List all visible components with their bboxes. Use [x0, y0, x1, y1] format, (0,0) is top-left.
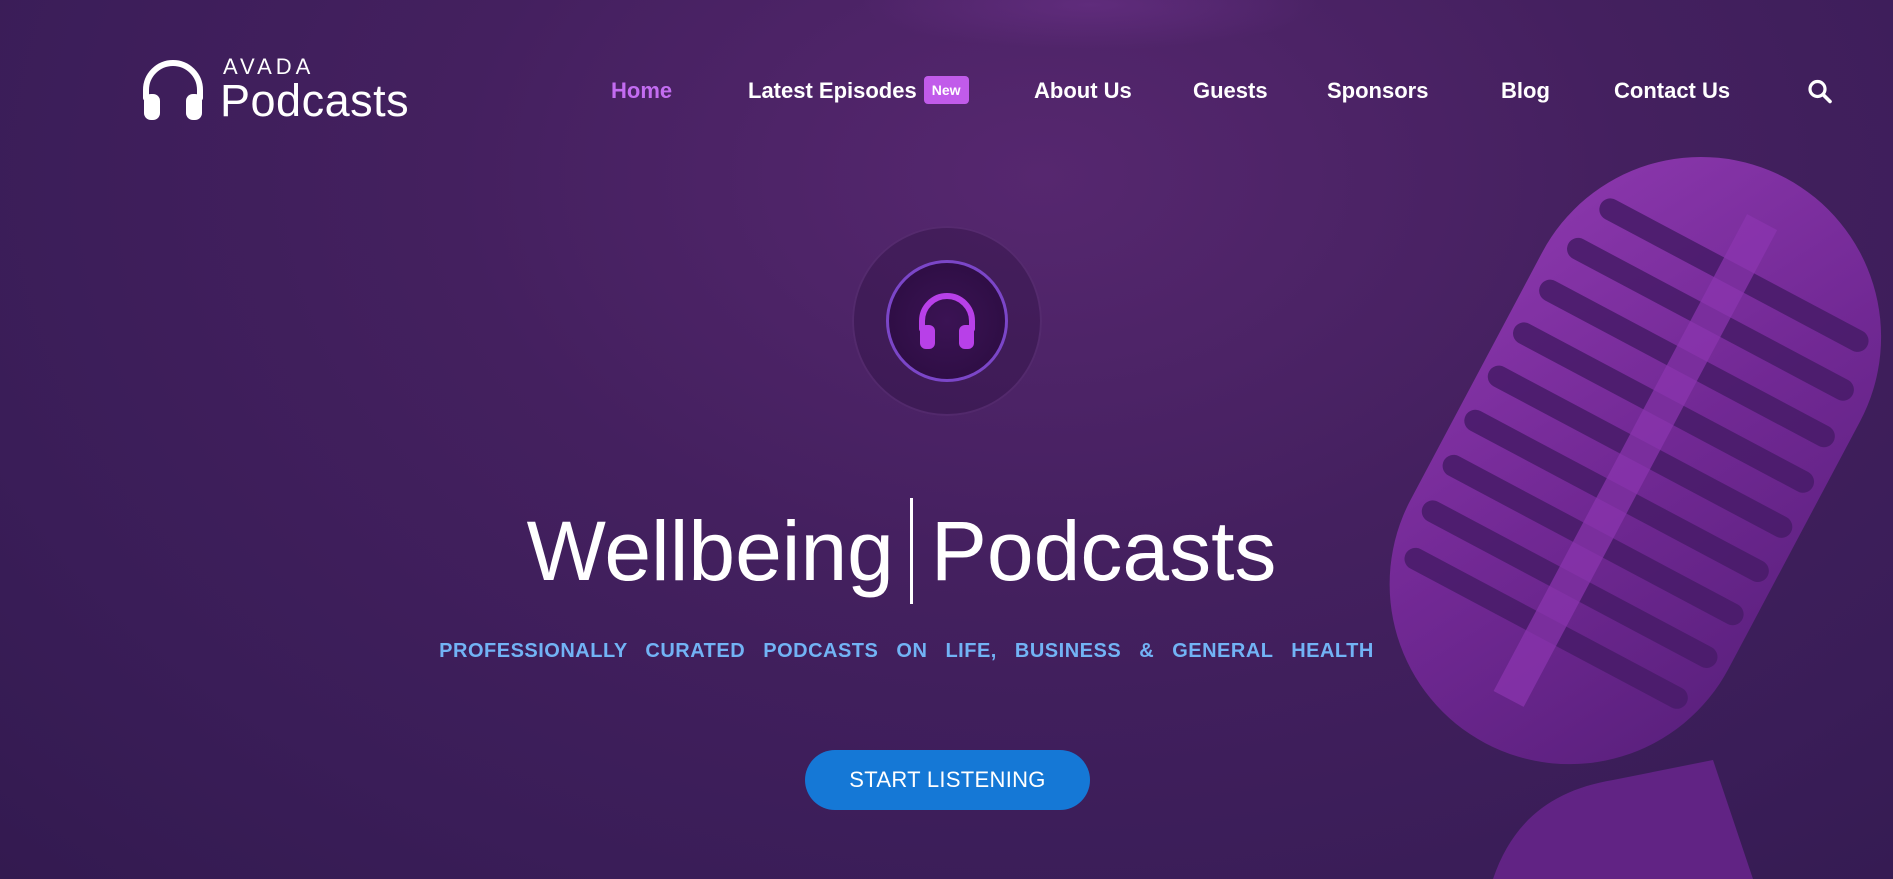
podcast-emblem: [852, 226, 1042, 416]
main-nav: Home Latest Episodes New About Us Guests …: [0, 74, 1893, 108]
nav-item-latest-episodes[interactable]: Latest Episodes New: [748, 74, 969, 108]
headphones-icon: [919, 293, 975, 349]
nav-item-about-us[interactable]: About Us: [1034, 74, 1132, 108]
podcast-emblem-inner: [886, 260, 1008, 382]
hero-title-left: Wellbeing: [526, 504, 894, 598]
search-icon: [1808, 79, 1832, 104]
nav-item-latest-episodes-label: Latest Episodes: [748, 78, 917, 103]
hero-title-right: Podcasts: [930, 504, 1277, 598]
microphone-image: [1389, 156, 1882, 879]
hero-title: Wellbeing Podcasts: [0, 496, 1893, 606]
nav-item-home[interactable]: Home: [611, 74, 672, 108]
hero-subtitle: PROFESSIONALLY CURATED PODCASTS ON LIFE,…: [439, 640, 1374, 662]
background-glow: [860, 0, 1320, 50]
nav-item-guests[interactable]: Guests: [1193, 74, 1268, 108]
nav-item-contact-us[interactable]: Contact Us: [1614, 74, 1730, 108]
search-button[interactable]: [1807, 74, 1837, 108]
hero-section: AVADA Podcasts Home Latest Episodes New A…: [0, 0, 1893, 879]
start-listening-button[interactable]: START LISTENING: [805, 750, 1090, 810]
nav-item-sponsors[interactable]: Sponsors: [1327, 74, 1428, 108]
nav-item-blog[interactable]: Blog: [1501, 74, 1550, 108]
new-badge: New: [923, 76, 969, 104]
